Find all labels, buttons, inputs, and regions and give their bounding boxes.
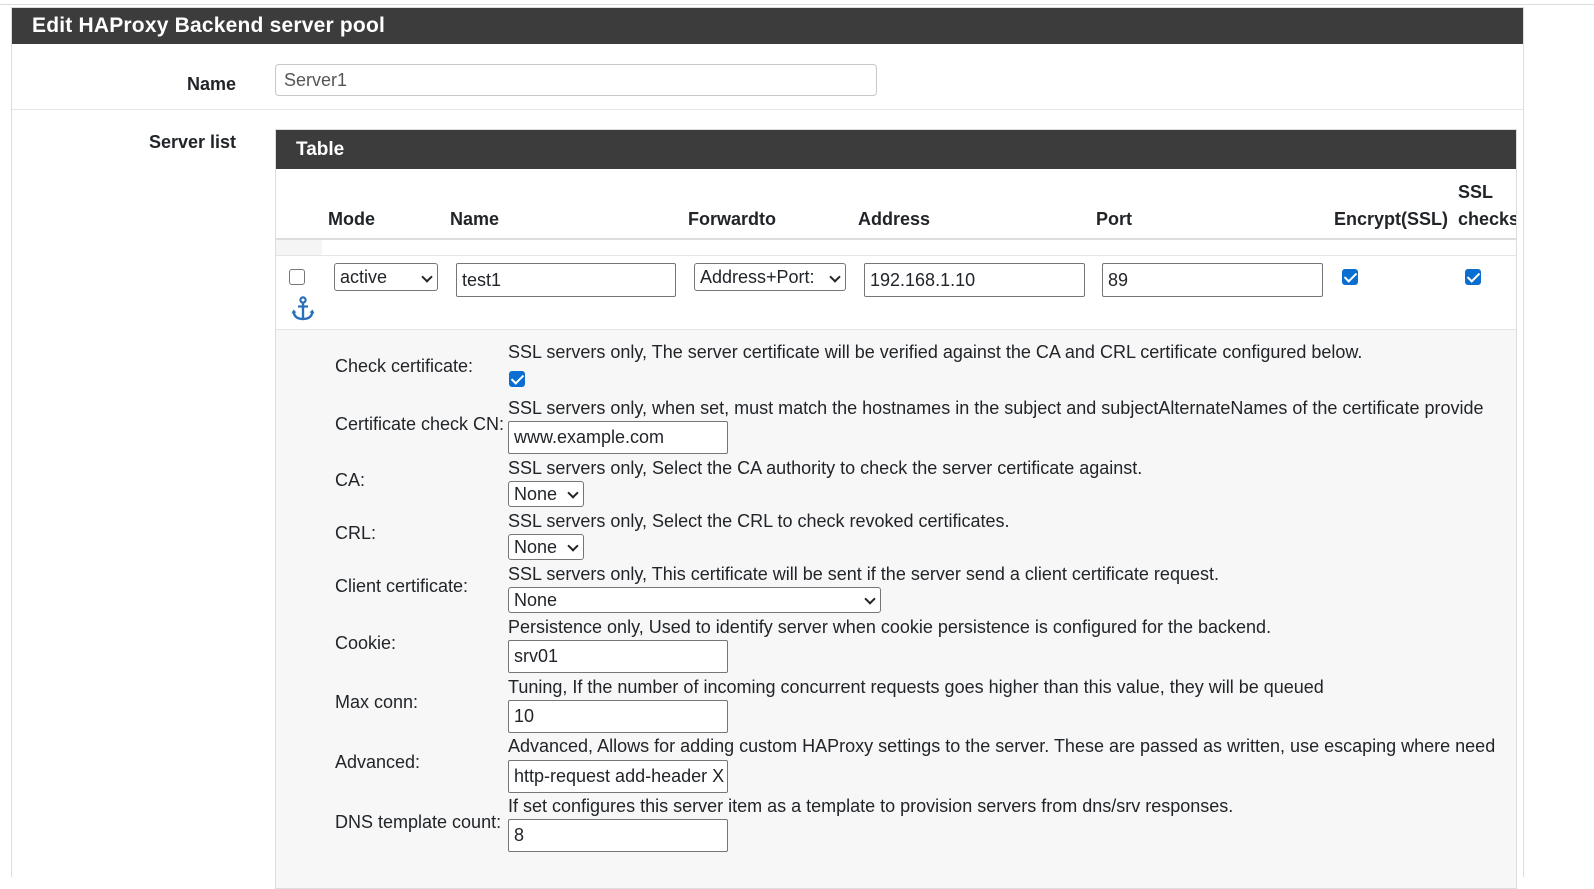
mode-select[interactable]: active [334, 263, 438, 291]
crl-select-value: None [514, 537, 558, 557]
client-certificate-select-value: None [514, 590, 558, 610]
client-certificate-select[interactable]: None [508, 587, 881, 613]
ssl-checks-checkbox[interactable] [1465, 269, 1481, 285]
anchor-icon[interactable] [290, 296, 316, 322]
server-list-label: Server list [148, 132, 236, 152]
mode-select-value: active [340, 267, 388, 287]
header-divider [276, 238, 1516, 240]
client-certificate-label: Client certificate: [335, 576, 469, 596]
chevron-down-icon [864, 593, 876, 605]
row-select-checkbox[interactable] [289, 269, 305, 285]
certificate-cn-label: Certificate check CN: [335, 414, 505, 434]
check-certificate-desc: SSL servers only, The server certificate… [508, 342, 1363, 362]
column-port: Port [1096, 209, 1132, 229]
server-name-input[interactable]: test1 [456, 263, 676, 297]
column-address: Address [858, 209, 931, 229]
column-ssl-checks-line2: checks [1458, 209, 1517, 229]
certificate-cn-desc: SSL servers only, when set, must match t… [508, 398, 1484, 418]
advanced-desc: Advanced, Allows for adding custom HAPro… [508, 736, 1496, 756]
ca-desc: SSL servers only, Select the CA authorit… [508, 458, 1143, 478]
max-conn-input[interactable]: 10 [508, 700, 728, 733]
advanced-label: Advanced: [335, 752, 421, 772]
column-forwardto: Forwardto [688, 209, 776, 229]
dns-template-count-label: DNS template count: [335, 812, 502, 832]
ca-label: CA: [335, 470, 366, 490]
dns-template-count-input[interactable]: 8 [508, 819, 728, 852]
cookie-desc: Persistence only, Used to identify serve… [508, 617, 1272, 637]
dns-template-count-desc: If set configures this server item as a … [508, 796, 1234, 816]
ca-select-value: None [514, 484, 558, 504]
server-table: Table Mode Name Forwardto Address Port E… [275, 129, 1517, 889]
check-certificate-label: Check certificate: [335, 356, 474, 376]
crl-label: CRL: [335, 523, 377, 543]
table-title: Table [276, 130, 1516, 169]
crl-select[interactable]: None [508, 534, 584, 560]
port-input[interactable]: 89 [1102, 263, 1323, 297]
crl-desc: SSL servers only, Select the CRL to chec… [508, 511, 1010, 531]
certificate-cn-input[interactable]: www.example.com [508, 421, 728, 454]
chevron-down-icon [829, 271, 841, 283]
top-rule [0, 0, 1594, 5]
column-name: Name [450, 209, 500, 229]
encrypt-ssl-checkbox[interactable] [1342, 269, 1358, 285]
cookie-label: Cookie: [335, 633, 397, 653]
chevron-down-icon [567, 540, 579, 552]
column-encrypt-ssl: Encrypt(SSL) [1334, 209, 1449, 229]
server-details: Check certificate: SSL servers only, The… [276, 330, 1516, 888]
backend-pool-panel: Edit HAProxy Backend server pool Name Se… [11, 7, 1524, 889]
ca-select[interactable]: None [508, 481, 584, 507]
column-mode: Mode [328, 209, 375, 229]
chevron-down-icon [567, 487, 579, 499]
row-divider [276, 255, 1516, 256]
panel-title: Edit HAProxy Backend server pool [12, 8, 1523, 44]
name-row: Name [12, 44, 1523, 110]
pool-name-input[interactable] [275, 64, 877, 96]
cookie-input[interactable]: srv01 [508, 640, 728, 673]
address-input[interactable]: 192.168.1.10 [864, 263, 1085, 297]
name-label: Name [186, 74, 236, 94]
chevron-down-icon [421, 271, 433, 283]
advanced-input[interactable]: http-request add-header X [508, 760, 728, 793]
forwardto-select-value: Address+Port: [700, 267, 815, 287]
header-gap [276, 240, 322, 255]
max-conn-label: Max conn: [335, 692, 419, 712]
forwardto-select[interactable]: Address+Port: [694, 263, 846, 291]
column-ssl-checks-line1: SSL [1458, 182, 1494, 202]
max-conn-desc: Tuning, If the number of incoming concur… [508, 677, 1324, 697]
client-certificate-desc: SSL servers only, This certificate will … [508, 564, 1219, 584]
check-certificate-checkbox[interactable] [509, 371, 525, 387]
